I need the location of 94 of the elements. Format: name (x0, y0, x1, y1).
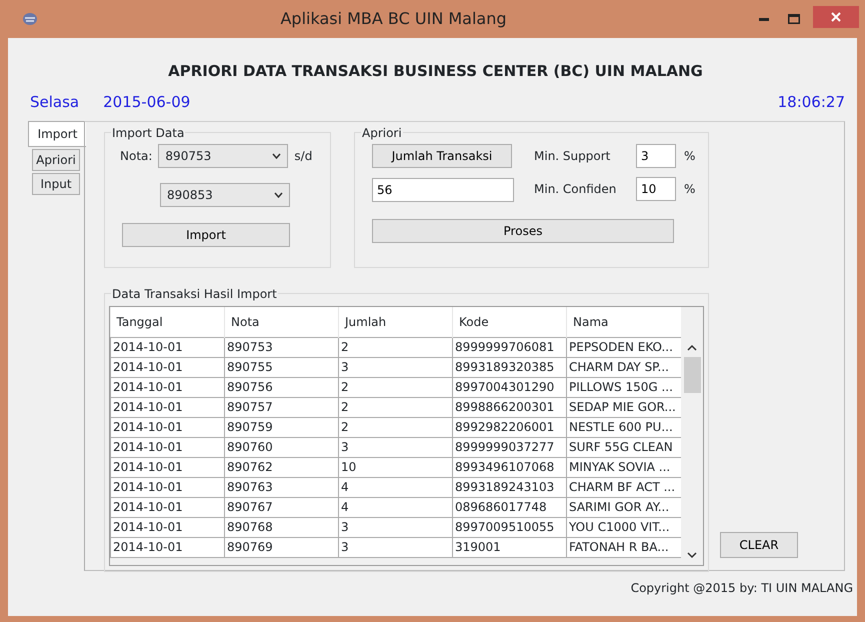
table-cell: 8993496107068 (452, 457, 566, 477)
column-header[interactable]: Kode (452, 307, 566, 337)
table-cell: 890762 (224, 457, 338, 477)
table-cell: 3 (338, 357, 452, 377)
caret-icon (274, 192, 283, 198)
table-cell: 890763 (224, 477, 338, 497)
tab[interactable]: Input (32, 173, 80, 195)
tab[interactable]: Import (28, 121, 86, 147)
table-cell: 890755 (224, 357, 338, 377)
column-header[interactable]: Tanggal (110, 307, 224, 337)
support-label: Min. Support (534, 148, 612, 165)
table-cell: 890768 (224, 517, 338, 537)
clock-label: 18:06:27 (778, 92, 845, 112)
table-cell: 8997009510055 (452, 517, 566, 537)
app-icon (22, 12, 38, 26)
table-cell: 2014-10-01 (110, 497, 224, 517)
table-cell: 8999999037277 (452, 437, 566, 457)
table-cell: 8993189320385 (452, 357, 566, 377)
table-cell: 2014-10-01 (110, 357, 224, 377)
import-button[interactable]: Import (122, 223, 290, 247)
table-cell: SEDAP MIE GOR... (566, 397, 681, 417)
table-cell: PEPSODEN EKO... (566, 337, 681, 357)
table-cell: 089686017748 (452, 497, 566, 517)
table-cell: 2014-10-01 (110, 437, 224, 457)
close-button[interactable] (813, 6, 859, 28)
table-cell: 8993189243103 (452, 477, 566, 497)
table-cell: 319001 (452, 537, 566, 557)
copyright-text: Copyright @2015 by: TI UIN MALANG (630, 580, 853, 597)
confidence-field[interactable]: 10 (636, 177, 676, 201)
table-cell: PILLOWS 150G ... (566, 377, 681, 397)
nota-label: Nota: (120, 148, 152, 165)
date-label: 2015-06-09 (103, 92, 190, 112)
table-cell: CHARM BF ACT ... (566, 477, 681, 497)
window-title: Aplikasi MBA BC UIN Malang (279, 8, 508, 30)
table-cell: FATONAH R BA... (566, 537, 681, 557)
table-cell: MINYAK SOVIA ... (566, 457, 681, 477)
table-cell: 8997004301290 (452, 377, 566, 397)
tab[interactable]: Apriori (32, 149, 80, 171)
percent-label: % (684, 181, 696, 198)
table-cell: 2014-10-01 (110, 537, 224, 557)
range-label: s/d (294, 148, 312, 165)
table-cell: 2014-10-01 (110, 337, 224, 357)
table-cell: SURF 55G CLEAN (566, 437, 681, 457)
table-cell: 890753 (224, 337, 338, 357)
table-cell: 890757 (224, 397, 338, 417)
support-field[interactable]: 3 (636, 144, 676, 168)
count-button[interactable]: Jumlah Transaksi (372, 144, 512, 168)
table-cell: 890769 (224, 537, 338, 557)
column-header[interactable]: Nota (224, 307, 338, 337)
table-cell: 2 (338, 337, 452, 357)
table-cell: 890760 (224, 437, 338, 457)
table-cell: 8998866200301 (452, 397, 566, 417)
table-cell: NESTLE 600 PU... (566, 417, 681, 437)
table-cell: 10 (338, 457, 452, 477)
table-cell: 8992982206001 (452, 417, 566, 437)
column-header[interactable]: Nama (566, 307, 681, 337)
clear-button[interactable]: CLEAR (720, 532, 798, 558)
table-cell: 2014-10-01 (110, 517, 224, 537)
close-icon (831, 12, 841, 22)
app-heading: APRIORI DATA TRANSAKSI BUSINESS CENTER (BC) UIN MALANG (167, 61, 704, 82)
caret-icon (272, 153, 282, 159)
table-cell: 3 (338, 517, 452, 537)
table-cell: 2014-10-01 (110, 417, 224, 437)
table-cell: 4 (338, 497, 452, 517)
table-cell: 3 (338, 537, 452, 557)
process-button[interactable]: Proses (372, 219, 674, 243)
confidence-label: Min. Confiden (534, 181, 618, 198)
table-cell: 2014-10-01 (110, 477, 224, 497)
table-cell: 4 (338, 477, 452, 497)
table-cell: 890759 (224, 417, 338, 437)
scroll-thumb[interactable] (684, 357, 700, 393)
to-dropdown[interactable]: 890853 (160, 183, 290, 207)
table-cell: 890756 (224, 377, 338, 397)
table-cell: 890767 (224, 497, 338, 517)
count-field[interactable]: 56 (372, 178, 514, 202)
table-cell: YOU C1000 VIT... (566, 517, 681, 537)
scroll-up-icon[interactable] (687, 344, 697, 351)
maximize-icon (788, 14, 800, 24)
day-label: Selasa (30, 92, 80, 112)
table-cell: 3 (338, 437, 452, 457)
column-header[interactable]: Jumlah (338, 307, 452, 337)
table-cell: 2 (338, 397, 452, 417)
table-cell: 8999999706081 (452, 337, 566, 357)
percent-label: % (684, 148, 696, 165)
from-dropdown[interactable]: 890753 (158, 144, 288, 168)
minimize-icon (759, 18, 769, 20)
table-cell: 2014-10-01 (110, 457, 224, 477)
table-cell: 2 (338, 417, 452, 437)
table-cell: CHARM DAY SP... (566, 357, 681, 377)
table-cell: 2 (338, 377, 452, 397)
table-cell: 2014-10-01 (110, 397, 224, 417)
table-cell: SARIMI GOR AY... (566, 497, 681, 517)
scroll-down-icon[interactable] (687, 552, 697, 559)
table-cell: 2014-10-01 (110, 377, 224, 397)
